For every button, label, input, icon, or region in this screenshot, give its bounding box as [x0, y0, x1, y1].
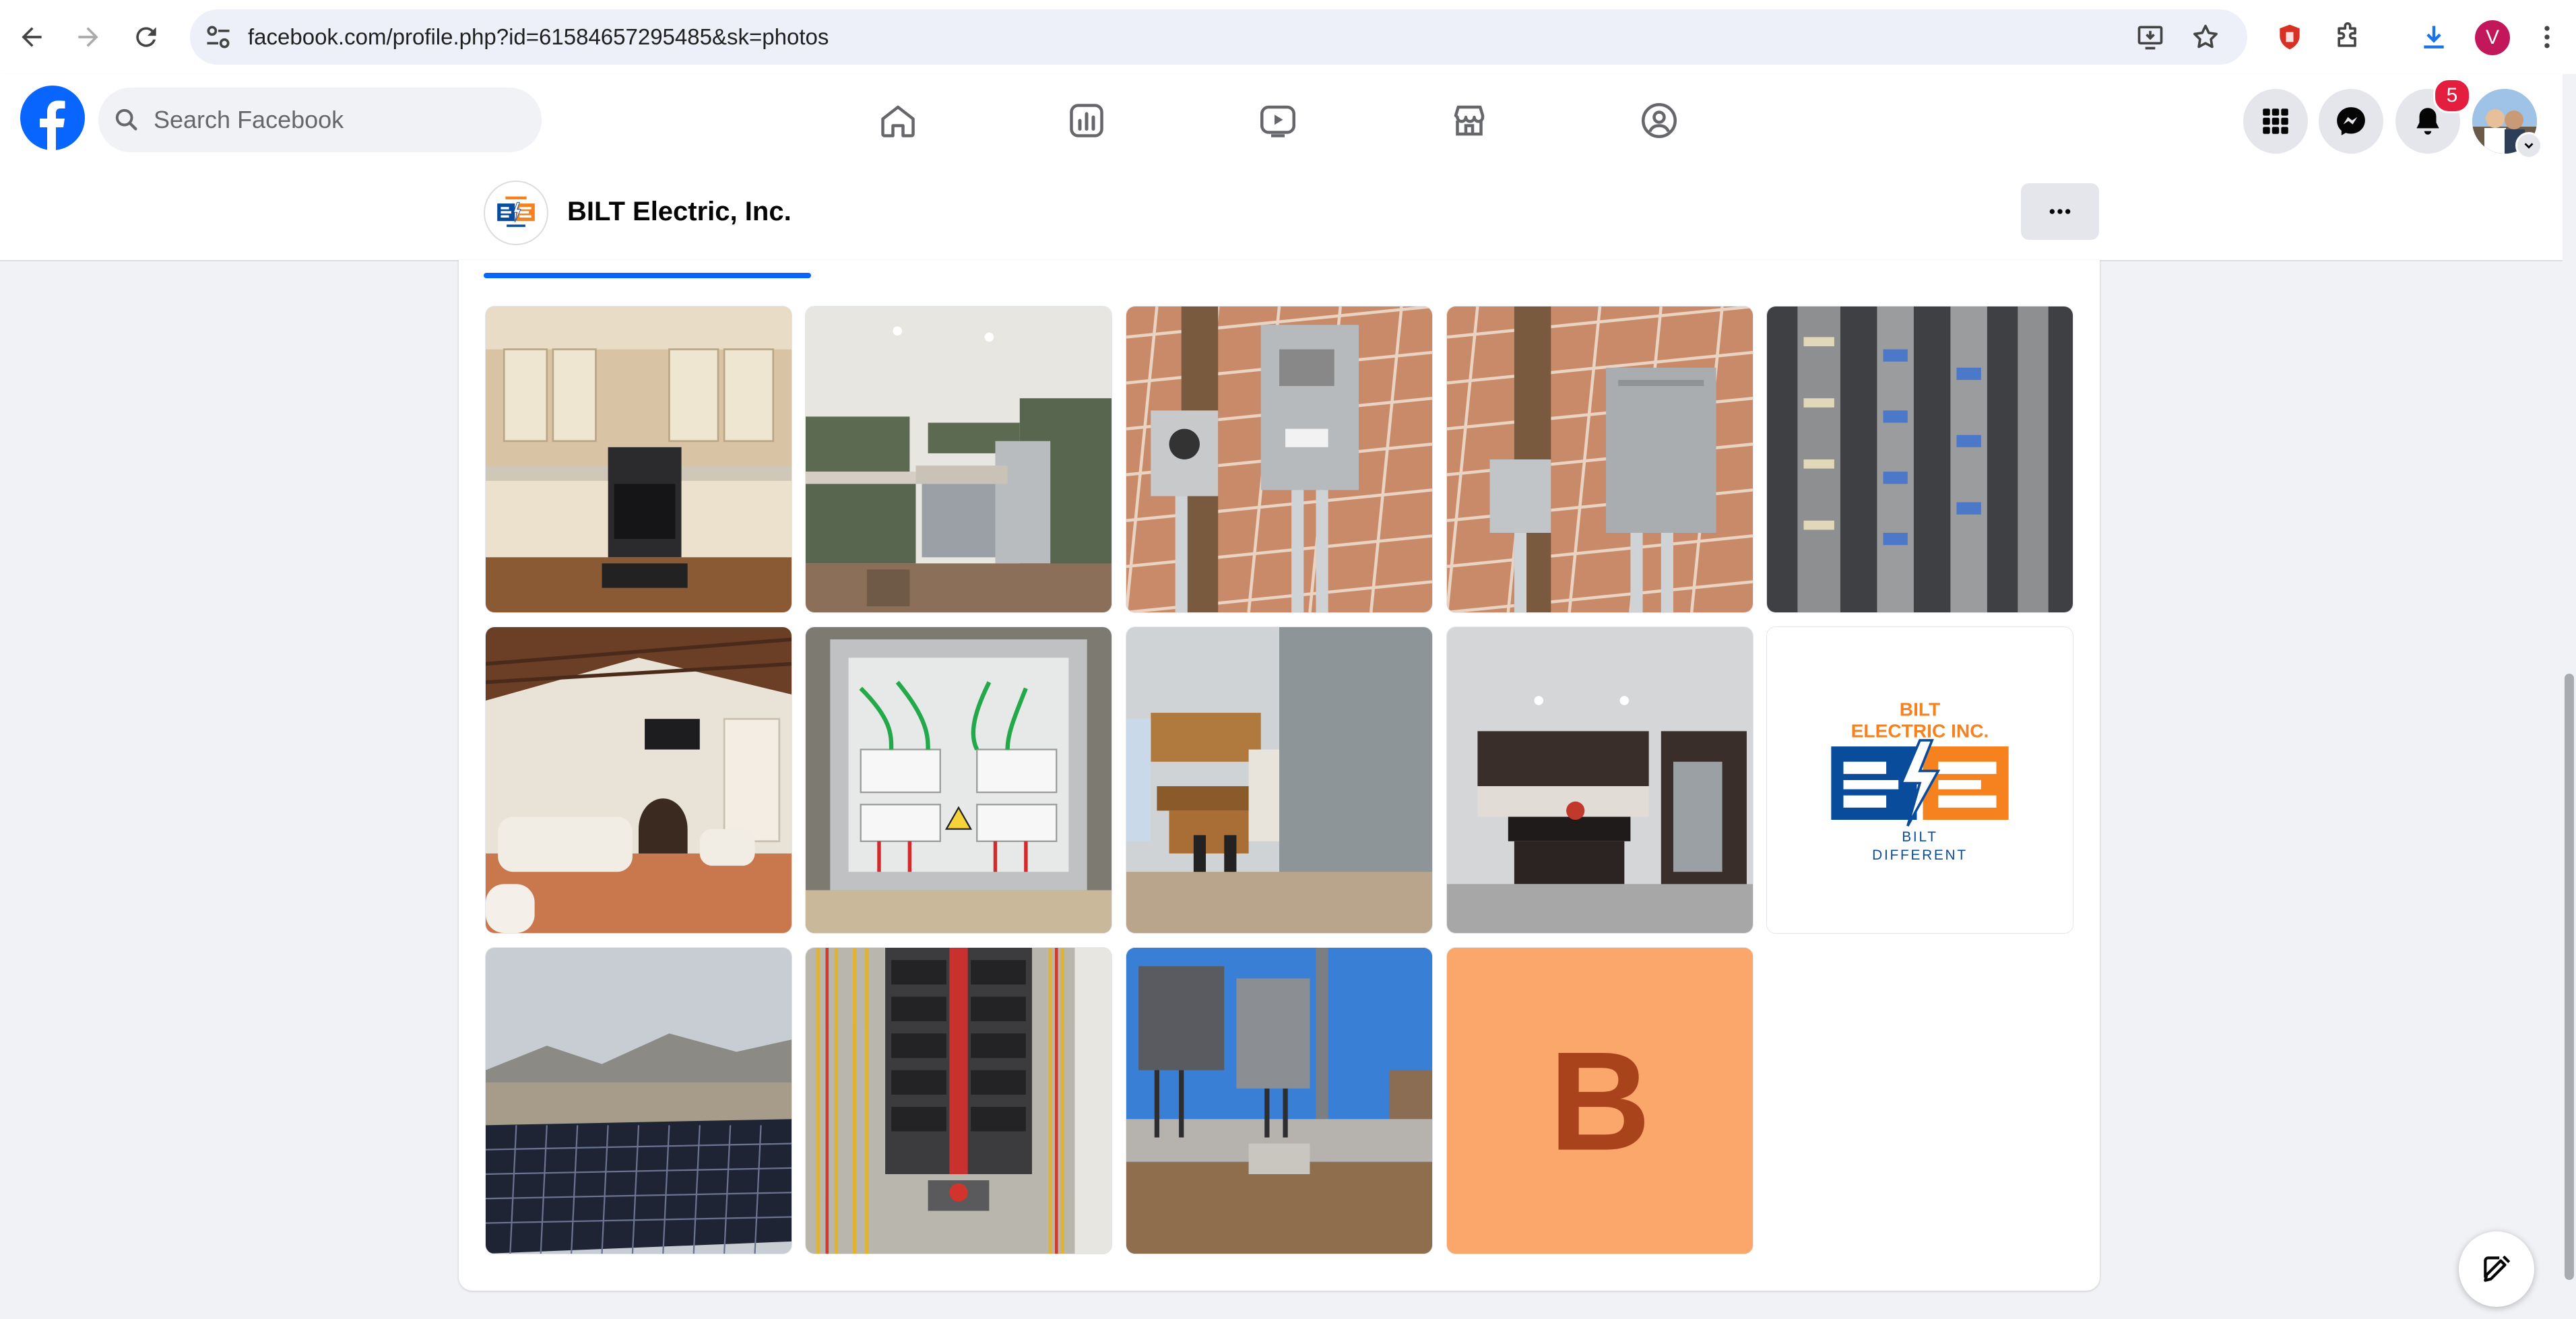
messenger-icon — [2337, 107, 2365, 135]
home-icon — [881, 105, 915, 137]
more-horizontal-icon — [2049, 209, 2071, 214]
photo-tile[interactable] — [1126, 947, 1433, 1254]
logo-tagline-bottom: DIFFERENT — [1872, 847, 1968, 863]
back-button[interactable] — [9, 15, 54, 59]
photo-tile[interactable] — [805, 626, 1112, 934]
extension-shield-icon[interactable] — [2272, 19, 2308, 55]
site-settings-icon[interactable] — [203, 22, 233, 52]
arrow-right-icon — [78, 27, 98, 47]
account-menu-chevron[interactable] — [2515, 132, 2542, 159]
more-options-button[interactable] — [2021, 183, 2099, 240]
notification-badge: 5 — [2433, 78, 2471, 113]
photo-kitchen-dark — [1447, 627, 1753, 933]
scrollbar-thumb[interactable] — [2565, 674, 2574, 1280]
photo-tile[interactable] — [805, 947, 1112, 1254]
photo-tile[interactable] — [1766, 306, 2073, 613]
compose-icon — [2484, 1255, 2511, 1282]
photo-tile[interactable]: BILT ELECTRIC INC. BILT DIFFERENT — [1766, 626, 2073, 934]
photo-tile[interactable] — [805, 306, 1112, 613]
bilt-logo-icon — [497, 196, 535, 227]
reload-button[interactable] — [124, 15, 168, 59]
nav-feeds[interactable] — [1056, 90, 1117, 151]
search-placeholder: Search Facebook — [154, 106, 344, 133]
nav-home[interactable] — [868, 90, 928, 151]
photo-letter-placeholder: B — [1447, 948, 1753, 1254]
photo-outdoor-disconnect — [1447, 307, 1753, 612]
new-message-button[interactable] — [2459, 1231, 2534, 1307]
page-logo[interactable] — [484, 181, 548, 245]
nav-video[interactable] — [1248, 90, 1308, 151]
marketplace-icon — [1454, 105, 1485, 136]
grid-menu-icon — [2263, 108, 2288, 134]
photo-breaker-panel — [806, 948, 1112, 1254]
photo-kitchen-wood — [1126, 627, 1432, 933]
nav-marketplace[interactable] — [1439, 90, 1500, 151]
photo-panel-wiring — [1767, 307, 2073, 612]
browser-profile-avatar[interactable]: V — [2475, 20, 2510, 55]
facebook-logo-icon[interactable] — [20, 86, 85, 150]
photo-kitchen-cream — [486, 307, 792, 612]
placeholder-letter: B — [1549, 1023, 1651, 1180]
photo-solar-array — [486, 948, 792, 1254]
photo-tile[interactable]: B — [1446, 947, 1753, 1254]
photo-tile[interactable] — [485, 947, 792, 1254]
video-icon — [1260, 105, 1295, 137]
page-title[interactable]: BILT Electric, Inc. — [567, 166, 792, 257]
browser-toolbar: facebook.com/profile.php?id=615846572954… — [0, 0, 2576, 74]
logo-text-top: BILT — [1900, 699, 1940, 720]
photo-tile[interactable] — [1126, 306, 1433, 613]
photo-kitchen-green — [806, 307, 1112, 612]
photo-living-room — [486, 627, 792, 933]
photo-meter-breaker — [1126, 307, 1432, 612]
active-tab-indicator — [484, 273, 811, 278]
photo-solar-combiner — [806, 627, 1112, 933]
photo-tile[interactable] — [1446, 626, 1753, 934]
reload-icon — [136, 27, 156, 47]
page-header: BILT Electric, Inc. — [0, 166, 2563, 261]
logo-tagline-top: BILT — [1902, 829, 1937, 845]
photo-company-logo: BILT ELECTRIC INC. BILT DIFFERENT — [1767, 627, 2073, 933]
url-text: facebook.com/profile.php?id=615846572954… — [248, 24, 829, 49]
browser-menu-icon[interactable] — [2529, 19, 2565, 55]
search-icon — [115, 108, 137, 131]
menu-button[interactable] — [2243, 89, 2308, 154]
search-input[interactable]: Search Facebook — [98, 88, 542, 152]
photo-tile[interactable] — [485, 626, 792, 934]
photo-tile[interactable] — [485, 306, 792, 613]
forward-button[interactable] — [66, 15, 110, 59]
groups-icon — [1642, 103, 1677, 138]
downloads-icon[interactable] — [2416, 19, 2452, 55]
logo-text-sub: ELECTRIC INC. — [1851, 720, 1989, 741]
chevron-down-icon — [2524, 143, 2534, 149]
bookmark-star-icon[interactable] — [2191, 22, 2220, 52]
photo-tile[interactable] — [1126, 626, 1433, 934]
feeds-icon — [1070, 104, 1103, 137]
extensions-puzzle-icon[interactable] — [2329, 19, 2366, 55]
address-bar[interactable]: facebook.com/profile.php?id=615846572954… — [190, 9, 2247, 65]
messenger-button[interactable] — [2319, 89, 2383, 154]
arrow-left-icon — [22, 27, 42, 47]
photo-tile[interactable] — [1446, 306, 1753, 613]
photo-outdoor-install — [1126, 948, 1432, 1254]
nav-groups[interactable] — [1629, 90, 1689, 151]
install-app-icon[interactable] — [2135, 22, 2165, 52]
facebook-header: Search Facebook 5 — [0, 74, 2576, 166]
